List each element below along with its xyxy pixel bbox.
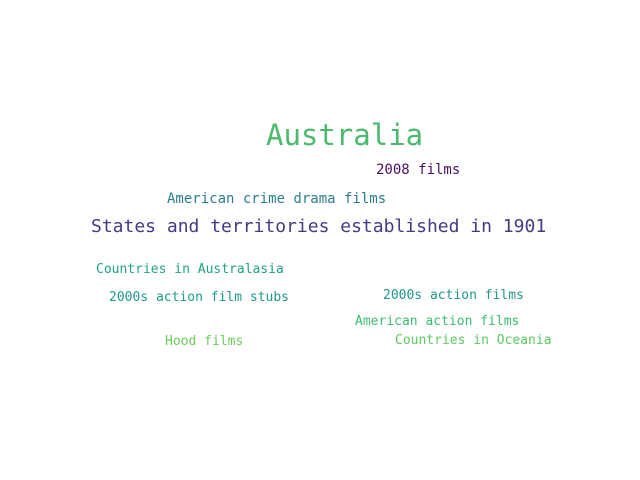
word-2008-films: 2008 films: [376, 162, 461, 178]
word-countries-in-oceania: Countries in Oceania: [395, 333, 552, 348]
word-australia: Australia: [266, 118, 424, 152]
word-states-and-territories: States and territories established in 19…: [91, 216, 547, 237]
word-2000s-action-film-stubs: 2000s action film stubs: [109, 290, 290, 305]
word-hood-films: Hood films: [165, 334, 244, 349]
word-2000s-action-films: 2000s action films: [383, 288, 524, 303]
word-american-action-films: American action films: [355, 314, 520, 329]
word-american-crime-drama-films: American crime drama films: [167, 191, 387, 207]
word-cloud: Australia 2008 films American crime dram…: [0, 0, 640, 480]
word-countries-in-australasia: Countries in Australasia: [96, 262, 284, 277]
